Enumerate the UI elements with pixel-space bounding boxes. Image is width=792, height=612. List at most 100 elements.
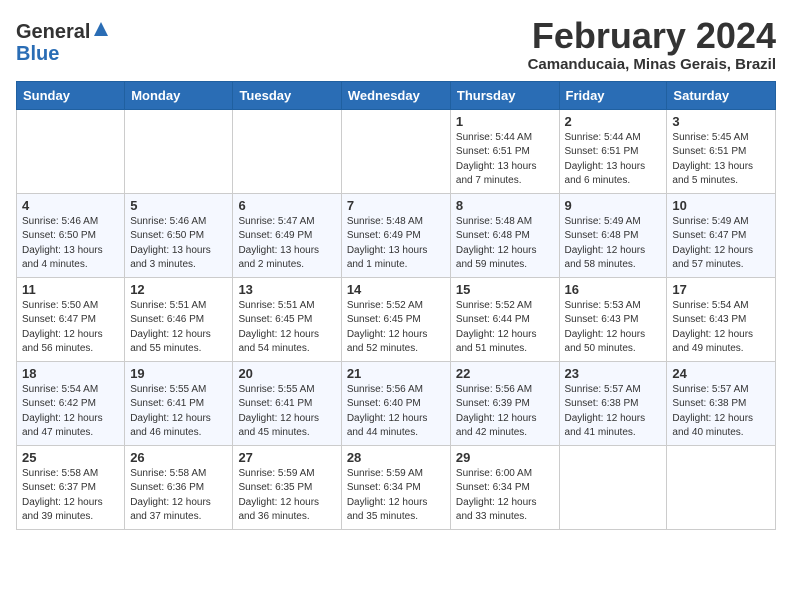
calendar-cell: 11 Sunrise: 5:50 AM Sunset: 6:47 PM Dayli… — [17, 277, 125, 361]
day-number: 6 — [238, 198, 335, 213]
calendar-cell — [233, 109, 341, 193]
calendar-cell: 15Sunrise: 5:52 AM Sunset: 6:44 PM Dayli… — [450, 277, 559, 361]
calendar-cell: 9 Sunrise: 5:49 AM Sunset: 6:48 PM Daylig… — [559, 193, 667, 277]
calendar-week-row: 11 Sunrise: 5:50 AM Sunset: 6:47 PM Dayli… — [17, 277, 776, 361]
calendar-cell: 7 Sunrise: 5:48 AM Sunset: 6:49 PM Daylig… — [341, 193, 450, 277]
calendar-cell: 10 Sunrise: 5:49 AM Sunset: 6:47 PM Dayli… — [667, 193, 776, 277]
location-subtitle: Camanducaia, Minas Gerais, Brazil — [528, 56, 776, 73]
day-info: Sunrise: 5:58 AM Sunset: 6:36 PM Dayligh… — [130, 467, 227, 525]
day-info: Sunrise: 5:46 AM Sunset: 6:50 PM Dayligh… — [130, 215, 227, 273]
page-header: General Blue February 2024 Camanducaia, … — [16, 16, 776, 73]
calendar-cell — [559, 445, 667, 529]
day-number: 15 — [456, 282, 554, 297]
calendar-cell: 20 Sunrise: 5:55 AM Sunset: 6:41 PM Dayli… — [233, 361, 341, 445]
day-number: 8 — [456, 198, 554, 213]
calendar-cell: 16Sunrise: 5:53 AM Sunset: 6:43 PM Dayli… — [559, 277, 667, 361]
weekday-header: Tuesday — [233, 81, 341, 109]
calendar-cell: 19Sunrise: 5:55 AM Sunset: 6:41 PM Dayli… — [125, 361, 233, 445]
calendar-cell: 12Sunrise: 5:51 AM Sunset: 6:46 PM Dayli… — [125, 277, 233, 361]
calendar-cell: 22 Sunrise: 5:56 AM Sunset: 6:39 PM Dayli… — [450, 361, 559, 445]
day-number: 23 — [565, 366, 662, 381]
day-info: Sunrise: 5:54 AM Sunset: 6:43 PM Dayligh… — [672, 299, 770, 357]
day-info: Sunrise: 5:51 AM Sunset: 6:45 PM Dayligh… — [238, 299, 335, 357]
calendar-cell: 2Sunrise: 5:44 AM Sunset: 6:51 PM Daylig… — [559, 109, 667, 193]
day-info: Sunrise: 5:48 AM Sunset: 6:49 PM Dayligh… — [347, 215, 445, 273]
day-info: Sunrise: 6:00 AM Sunset: 6:34 PM Dayligh… — [456, 467, 554, 525]
logo-icon — [92, 20, 110, 38]
day-info: Sunrise: 5:55 AM Sunset: 6:41 PM Dayligh… — [130, 383, 227, 441]
day-number: 22 — [456, 366, 554, 381]
weekday-header: Friday — [559, 81, 667, 109]
day-number: 16 — [565, 282, 662, 297]
weekday-header: Monday — [125, 81, 233, 109]
calendar-cell: 28 Sunrise: 5:59 AM Sunset: 6:34 PM Dayli… — [341, 445, 450, 529]
day-number: 1 — [456, 114, 554, 129]
calendar-cell: 8 Sunrise: 5:48 AM Sunset: 6:48 PM Daylig… — [450, 193, 559, 277]
calendar-cell — [667, 445, 776, 529]
day-number: 18 — [22, 366, 119, 381]
day-number: 14 — [347, 282, 445, 297]
day-info: Sunrise: 5:51 AM Sunset: 6:46 PM Dayligh… — [130, 299, 227, 357]
calendar-cell: 14 Sunrise: 5:52 AM Sunset: 6:45 PM Dayli… — [341, 277, 450, 361]
calendar-week-row: 18 Sunrise: 5:54 AM Sunset: 6:42 PM Dayli… — [17, 361, 776, 445]
calendar-cell: 29Sunrise: 6:00 AM Sunset: 6:34 PM Dayli… — [450, 445, 559, 529]
day-number: 10 — [672, 198, 770, 213]
day-number: 7 — [347, 198, 445, 213]
weekday-header: Wednesday — [341, 81, 450, 109]
calendar-cell — [341, 109, 450, 193]
logo-text: General Blue — [16, 20, 110, 65]
title-block: February 2024 Camanducaia, Minas Gerais,… — [528, 16, 776, 73]
day-number: 17 — [672, 282, 770, 297]
day-info: Sunrise: 5:49 AM Sunset: 6:47 PM Dayligh… — [672, 215, 770, 273]
calendar-cell: 1 Sunrise: 5:44 AM Sunset: 6:51 PM Daylig… — [450, 109, 559, 193]
day-number: 21 — [347, 366, 445, 381]
day-info: Sunrise: 5:56 AM Sunset: 6:40 PM Dayligh… — [347, 383, 445, 441]
day-number: 3 — [672, 114, 770, 129]
day-number: 24 — [672, 366, 770, 381]
calendar-table: SundayMondayTuesdayWednesdayThursdayFrid… — [16, 81, 776, 530]
day-number: 11 — [22, 282, 119, 297]
day-info: Sunrise: 5:46 AM Sunset: 6:50 PM Dayligh… — [22, 215, 119, 273]
day-info: Sunrise: 5:49 AM Sunset: 6:48 PM Dayligh… — [565, 215, 662, 273]
calendar-week-row: 1 Sunrise: 5:44 AM Sunset: 6:51 PM Daylig… — [17, 109, 776, 193]
day-info: Sunrise: 5:48 AM Sunset: 6:48 PM Dayligh… — [456, 215, 554, 273]
calendar-cell: 24 Sunrise: 5:57 AM Sunset: 6:38 PM Dayli… — [667, 361, 776, 445]
calendar-header-row: SundayMondayTuesdayWednesdayThursdayFrid… — [17, 81, 776, 109]
calendar-cell: 6 Sunrise: 5:47 AM Sunset: 6:49 PM Daylig… — [233, 193, 341, 277]
calendar-cell: 3 Sunrise: 5:45 AM Sunset: 6:51 PM Daylig… — [667, 109, 776, 193]
day-info: Sunrise: 5:54 AM Sunset: 6:42 PM Dayligh… — [22, 383, 119, 441]
calendar-week-row: 4 Sunrise: 5:46 AM Sunset: 6:50 PM Daylig… — [17, 193, 776, 277]
day-number: 2 — [565, 114, 662, 129]
calendar-cell: 17 Sunrise: 5:54 AM Sunset: 6:43 PM Dayli… — [667, 277, 776, 361]
day-number: 5 — [130, 198, 227, 213]
logo-general: General — [16, 21, 90, 43]
weekday-header: Thursday — [450, 81, 559, 109]
day-info: Sunrise: 5:59 AM Sunset: 6:34 PM Dayligh… — [347, 467, 445, 525]
calendar-cell: 25Sunrise: 5:58 AM Sunset: 6:37 PM Dayli… — [17, 445, 125, 529]
day-number: 4 — [22, 198, 119, 213]
day-info: Sunrise: 5:50 AM Sunset: 6:47 PM Dayligh… — [22, 299, 119, 357]
month-title: February 2024 — [528, 16, 776, 56]
day-info: Sunrise: 5:44 AM Sunset: 6:51 PM Dayligh… — [456, 131, 554, 189]
day-info: Sunrise: 5:55 AM Sunset: 6:41 PM Dayligh… — [238, 383, 335, 441]
day-info: Sunrise: 5:45 AM Sunset: 6:51 PM Dayligh… — [672, 131, 770, 189]
day-info: Sunrise: 5:57 AM Sunset: 6:38 PM Dayligh… — [672, 383, 770, 441]
day-info: Sunrise: 5:47 AM Sunset: 6:49 PM Dayligh… — [238, 215, 335, 273]
calendar-cell: 5 Sunrise: 5:46 AM Sunset: 6:50 PM Daylig… — [125, 193, 233, 277]
calendar-week-row: 25Sunrise: 5:58 AM Sunset: 6:37 PM Dayli… — [17, 445, 776, 529]
logo-blue: Blue — [16, 43, 59, 65]
day-info: Sunrise: 5:56 AM Sunset: 6:39 PM Dayligh… — [456, 383, 554, 441]
day-info: Sunrise: 5:59 AM Sunset: 6:35 PM Dayligh… — [238, 467, 335, 525]
calendar-cell: 4 Sunrise: 5:46 AM Sunset: 6:50 PM Daylig… — [17, 193, 125, 277]
day-number: 20 — [238, 366, 335, 381]
calendar-cell: 23Sunrise: 5:57 AM Sunset: 6:38 PM Dayli… — [559, 361, 667, 445]
day-number: 9 — [565, 198, 662, 213]
logo: General Blue — [16, 20, 110, 65]
day-number: 25 — [22, 450, 119, 465]
day-info: Sunrise: 5:52 AM Sunset: 6:45 PM Dayligh… — [347, 299, 445, 357]
calendar-cell: 21 Sunrise: 5:56 AM Sunset: 6:40 PM Dayli… — [341, 361, 450, 445]
day-number: 13 — [238, 282, 335, 297]
day-number: 27 — [238, 450, 335, 465]
day-number: 28 — [347, 450, 445, 465]
calendar-cell — [125, 109, 233, 193]
